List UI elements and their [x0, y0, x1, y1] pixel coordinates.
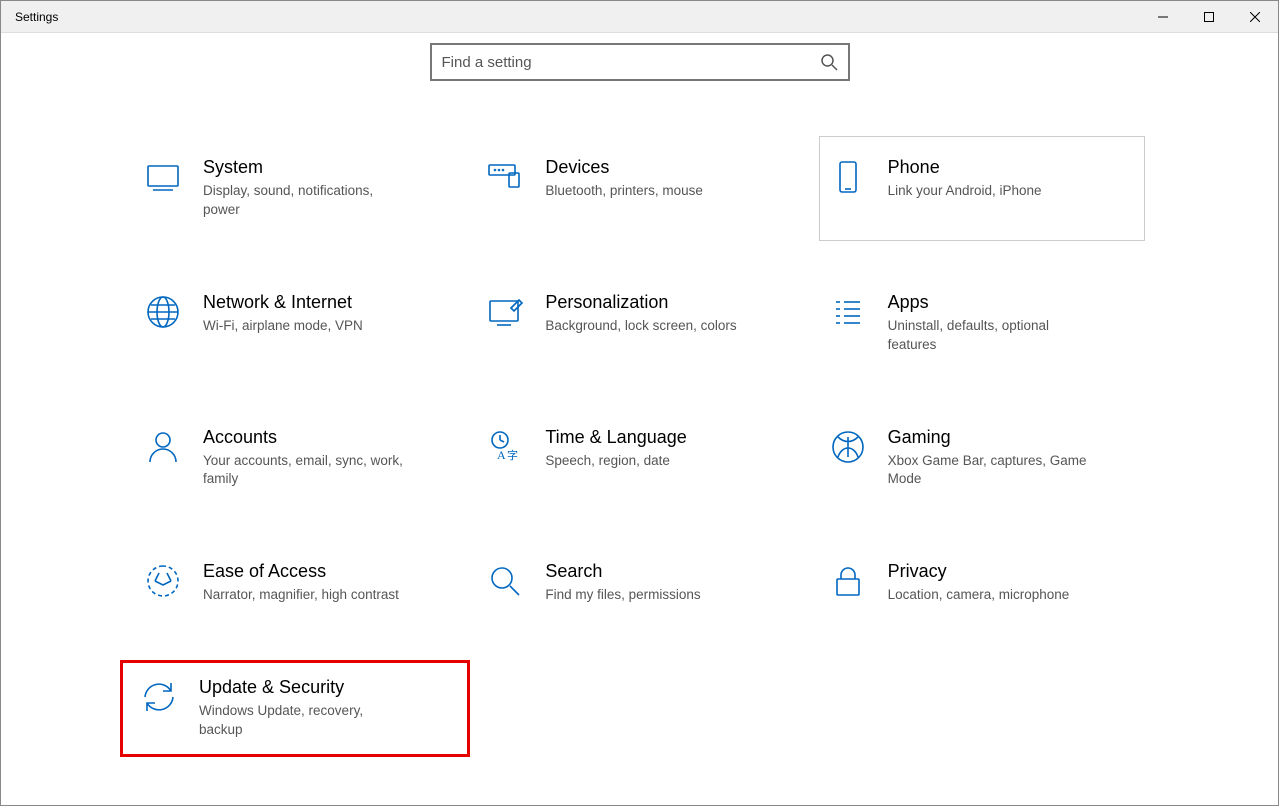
tile-desc: Xbox Game Bar, captures, Game Mode — [888, 452, 1098, 490]
tile-title: Phone — [888, 157, 1042, 178]
maximize-button[interactable] — [1186, 1, 1232, 33]
tile-desc: Windows Update, recovery, backup — [199, 702, 409, 740]
window-title: Settings — [1, 10, 58, 24]
tile-apps[interactable]: Apps Uninstall, defaults, optional featu… — [826, 286, 1138, 361]
tile-title: System — [203, 157, 413, 178]
tile-gaming[interactable]: Gaming Xbox Game Bar, captures, Game Mod… — [826, 421, 1138, 496]
tile-accounts[interactable]: Accounts Your accounts, email, sync, wor… — [141, 421, 453, 496]
tile-title: Update & Security — [199, 677, 409, 698]
personalization-icon — [487, 294, 523, 330]
settings-grid: System Display, sound, notifications, po… — [141, 151, 1138, 746]
tile-phone[interactable]: Phone Link your Android, iPhone — [819, 136, 1145, 241]
tile-desc: Narrator, magnifier, high contrast — [203, 586, 399, 605]
tile-system[interactable]: System Display, sound, notifications, po… — [141, 151, 453, 226]
privacy-icon — [830, 563, 866, 599]
tile-title: Time & Language — [545, 427, 686, 448]
tile-title: Privacy — [888, 561, 1070, 582]
tile-desc: Your accounts, email, sync, work, family — [203, 452, 413, 490]
tile-title: Search — [545, 561, 700, 582]
time-language-icon: A字 — [487, 429, 523, 465]
tile-desc: Background, lock screen, colors — [545, 317, 736, 336]
tile-desc: Speech, region, date — [545, 452, 686, 471]
tile-personalization[interactable]: Personalization Background, lock screen,… — [483, 286, 795, 361]
tile-title: Personalization — [545, 292, 736, 313]
tile-network[interactable]: Network & Internet Wi-Fi, airplane mode,… — [141, 286, 453, 361]
tile-privacy[interactable]: Privacy Location, camera, microphone — [826, 555, 1138, 611]
tile-desc: Wi-Fi, airplane mode, VPN — [203, 317, 363, 336]
network-icon — [145, 294, 181, 330]
tile-time-language[interactable]: A字 Time & Language Speech, region, date — [483, 421, 795, 496]
svg-text:字: 字 — [507, 448, 518, 462]
tile-desc: Find my files, permissions — [545, 586, 700, 605]
search-input[interactable] — [442, 54, 820, 71]
devices-icon — [487, 159, 523, 195]
tile-desc: Bluetooth, printers, mouse — [545, 182, 703, 201]
tile-devices[interactable]: Devices Bluetooth, printers, mouse — [483, 151, 795, 226]
tile-title: Gaming — [888, 427, 1098, 448]
tile-update-security[interactable]: Update & Security Windows Update, recove… — [120, 660, 470, 757]
search-icon — [820, 53, 838, 71]
tile-ease-of-access[interactable]: Ease of Access Narrator, magnifier, high… — [141, 555, 453, 611]
search-tile-icon — [487, 563, 523, 599]
tile-desc: Location, camera, microphone — [888, 586, 1070, 605]
tile-search[interactable]: Search Find my files, permissions — [483, 555, 795, 611]
update-security-icon — [141, 679, 177, 715]
titlebar: Settings — [1, 1, 1278, 33]
tile-title: Accounts — [203, 427, 413, 448]
tile-desc: Uninstall, defaults, optional features — [888, 317, 1098, 355]
tile-desc: Link your Android, iPhone — [888, 182, 1042, 201]
tile-title: Network & Internet — [203, 292, 363, 313]
ease-of-access-icon — [145, 563, 181, 599]
accounts-icon — [145, 429, 181, 465]
system-icon — [145, 159, 181, 195]
tile-title: Apps — [888, 292, 1098, 313]
apps-icon — [830, 294, 866, 330]
tile-title: Ease of Access — [203, 561, 399, 582]
minimize-button[interactable] — [1140, 1, 1186, 33]
close-button[interactable] — [1232, 1, 1278, 33]
search-box[interactable] — [430, 43, 850, 81]
gaming-icon — [830, 429, 866, 465]
tile-title: Devices — [545, 157, 703, 178]
tile-desc: Display, sound, notifications, power — [203, 182, 413, 220]
phone-icon — [830, 159, 866, 195]
svg-text:A: A — [497, 448, 506, 462]
